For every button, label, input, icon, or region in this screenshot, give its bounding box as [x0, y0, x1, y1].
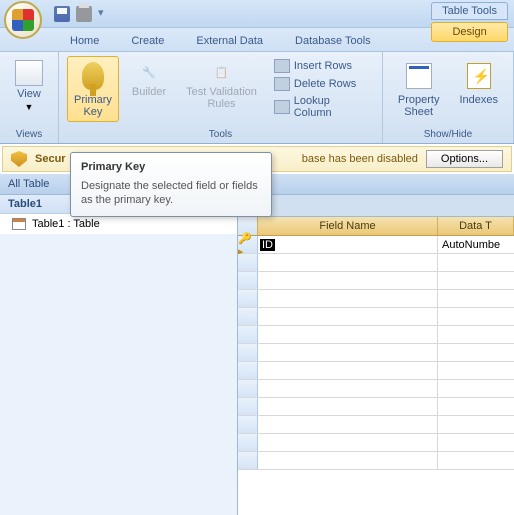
- nav-group-label: Table1: [8, 198, 42, 210]
- group-show-hide: Property Sheet Indexes Show/Hide: [383, 52, 514, 143]
- table-design-area: 1 Field Name Data T 🔑▸ ID AutoNumbe: [238, 195, 514, 515]
- field-row[interactable]: [238, 254, 514, 272]
- primary-key-button[interactable]: Primary Key: [67, 56, 119, 122]
- content-area: Table1 « Table1 : Table 1 Field Name Dat…: [0, 195, 514, 515]
- builder-button[interactable]: 🔧 Builder: [125, 56, 173, 122]
- group-label-showhide: Show/Hide: [424, 128, 472, 141]
- field-row[interactable]: [238, 398, 514, 416]
- title-bar: ▾ Table Tools Design: [0, 0, 514, 28]
- delete-rows-label: Delete Rows: [294, 78, 356, 90]
- contextual-tab-group: Table Tools Design: [431, 2, 508, 42]
- field-name-value: ID: [260, 239, 275, 251]
- ribbon: View ▼ Views Primary Key 🔧 Builder 📋 Tes…: [0, 52, 514, 144]
- data-type-cell[interactable]: AutoNumbe: [438, 236, 514, 253]
- test-validation-button[interactable]: 📋 Test Validation Rules: [179, 56, 264, 122]
- field-row[interactable]: [238, 272, 514, 290]
- field-row[interactable]: [238, 380, 514, 398]
- field-row[interactable]: [238, 308, 514, 326]
- view-button[interactable]: View ▼: [8, 56, 50, 116]
- tab-database-tools[interactable]: Database Tools: [281, 31, 385, 51]
- print-icon[interactable]: [76, 6, 92, 22]
- insert-rows-label: Insert Rows: [294, 60, 352, 72]
- field-row[interactable]: [238, 290, 514, 308]
- security-label: Secur: [35, 153, 66, 165]
- field-row[interactable]: [238, 452, 514, 470]
- builder-icon: 🔧: [137, 60, 161, 84]
- quick-access-toolbar: ▾: [54, 6, 104, 22]
- table-tools-label: Table Tools: [431, 2, 508, 20]
- security-message: base has been disabled: [302, 153, 418, 165]
- qat-dropdown-icon[interactable]: ▾: [98, 6, 104, 22]
- group-tools: Primary Key 🔧 Builder 📋 Test Validation …: [59, 52, 383, 143]
- field-row[interactable]: [238, 416, 514, 434]
- tab-home[interactable]: Home: [56, 31, 113, 51]
- field-name-cell[interactable]: ID: [258, 236, 438, 253]
- property-sheet-label: Property Sheet: [398, 94, 440, 118]
- test-validation-label: Test Validation Rules: [186, 86, 257, 110]
- tab-external-data[interactable]: External Data: [182, 31, 277, 51]
- document-tab-strip: 1: [238, 195, 514, 217]
- lookup-column-label: Lookup Column: [294, 95, 370, 119]
- group-label-tools: Tools: [209, 128, 232, 141]
- property-sheet-button[interactable]: Property Sheet: [391, 56, 447, 122]
- indexes-button[interactable]: Indexes: [452, 56, 505, 122]
- datasheet-view-icon: [15, 60, 43, 86]
- options-button[interactable]: Options...: [426, 150, 503, 168]
- delete-rows-icon: [274, 77, 290, 91]
- row-selector[interactable]: 🔑▸: [238, 236, 258, 253]
- navigation-pane: Table1 « Table1 : Table: [0, 195, 238, 515]
- property-sheet-icon: [403, 60, 435, 92]
- field-row[interactable]: [238, 434, 514, 452]
- chevron-down-icon: ▼: [25, 102, 34, 112]
- tooltip: Primary Key Designate the selected field…: [70, 152, 272, 217]
- nav-item-label: Table1 : Table: [32, 218, 100, 230]
- office-button[interactable]: [4, 1, 42, 39]
- primary-key-label: Primary Key: [74, 94, 112, 118]
- field-row[interactable]: [238, 326, 514, 344]
- field-row[interactable]: [238, 344, 514, 362]
- field-name-header[interactable]: Field Name: [258, 217, 438, 235]
- data-type-header[interactable]: Data T: [438, 217, 514, 235]
- field-row[interactable]: 🔑▸ ID AutoNumbe: [238, 236, 514, 254]
- group-label-views: Views: [16, 128, 43, 141]
- tooltip-body: Designate the selected field or fields a…: [81, 179, 261, 208]
- validation-icon: 📋: [210, 60, 234, 84]
- save-icon[interactable]: [54, 6, 70, 22]
- lookup-column-icon: [274, 100, 290, 114]
- table-icon: [12, 218, 26, 230]
- insert-rows-button[interactable]: Insert Rows: [270, 58, 374, 74]
- column-headers: Field Name Data T: [238, 217, 514, 236]
- field-row[interactable]: [238, 362, 514, 380]
- lookup-column-button[interactable]: Lookup Column: [270, 94, 374, 120]
- shield-icon: [11, 151, 27, 167]
- indexes-icon: [463, 60, 495, 92]
- tooltip-title: Primary Key: [81, 161, 261, 173]
- group-views: View ▼ Views: [0, 52, 59, 143]
- key-icon: [77, 60, 109, 92]
- builder-label: Builder: [132, 86, 166, 98]
- tab-design[interactable]: Design: [431, 22, 508, 42]
- insert-rows-icon: [274, 59, 290, 73]
- view-label: View: [17, 88, 41, 100]
- delete-rows-button[interactable]: Delete Rows: [270, 76, 374, 92]
- office-logo-icon: [12, 9, 34, 31]
- nav-item-table1[interactable]: Table1 : Table: [0, 214, 237, 234]
- tab-create[interactable]: Create: [117, 31, 178, 51]
- indexes-label: Indexes: [459, 94, 498, 106]
